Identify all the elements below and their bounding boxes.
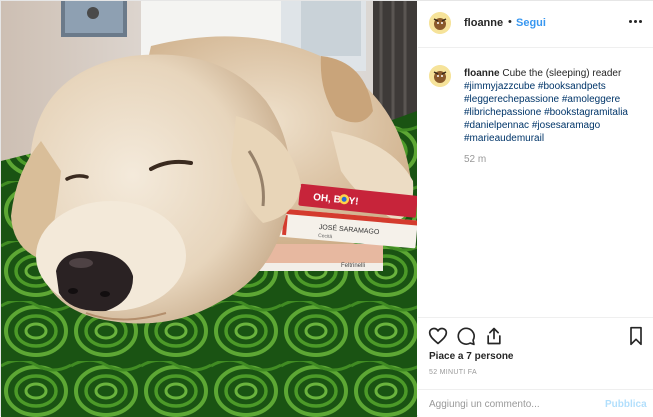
hashtag-link[interactable]: #danielpennac (464, 120, 529, 131)
likes-count[interactable]: Piace a 7 persone (429, 351, 514, 362)
more-options-icon[interactable] (628, 13, 644, 29)
instagram-post: Feltrinelli JOSÉ SARAMAGO Cecità OH, BOY… (0, 0, 653, 417)
caption-avatar[interactable] (429, 65, 451, 87)
caption-timestamp: 52 m (464, 154, 487, 165)
caption-username[interactable]: floanne (464, 68, 500, 79)
heart-icon[interactable] (428, 326, 448, 346)
post-header: floanne • Segui (418, 1, 653, 48)
hashtag-link[interactable]: #librichepassione (464, 107, 541, 118)
separator-dot: • (508, 16, 512, 28)
hashtag-link[interactable]: #booksandpets (538, 81, 606, 92)
post-photo[interactable]: Feltrinelli JOSÉ SARAMAGO Cecità OH, BOY… (1, 1, 417, 417)
bookmark-icon[interactable] (626, 326, 646, 346)
publish-button[interactable]: Pubblica (605, 399, 647, 410)
post-side-panel: floanne • Segui floanne Cube the (sleepi… (418, 1, 653, 417)
book-publisher-label: Feltrinelli (341, 263, 365, 269)
hashtag-link[interactable]: #josesaramago (532, 120, 600, 131)
caption-text: floanne Cube the (sleeping) reader #jimm… (464, 67, 646, 145)
caption-body: Cube the (sleeping) reader (502, 68, 622, 79)
post-time-ago: 52 MINUTI FA (429, 369, 477, 376)
comment-input[interactable] (429, 396, 589, 412)
sleeping-dog-photo: Feltrinelli JOSÉ SARAMAGO Cecità OH, BOY… (1, 1, 417, 417)
dog-nose (56, 251, 134, 312)
share-icon[interactable] (484, 326, 504, 346)
comment-bar: Pubblica (418, 389, 653, 417)
hashtag-link[interactable]: #leggerechepassione (464, 94, 559, 105)
hashtag-link[interactable]: #bookstagramitalia (544, 107, 628, 118)
comment-icon[interactable] (456, 326, 476, 346)
book-subtitle-label: Cecità (318, 233, 333, 240)
author-avatar[interactable] (429, 12, 451, 34)
author-username[interactable]: floanne (464, 17, 503, 29)
hashtag-link[interactable]: #marieaudemurail (464, 133, 544, 144)
hashtag-link[interactable]: #amoleggere (562, 94, 620, 105)
hashtag-link[interactable]: #jimmyjazzcube (464, 81, 535, 92)
follow-button[interactable]: Segui (516, 17, 546, 29)
